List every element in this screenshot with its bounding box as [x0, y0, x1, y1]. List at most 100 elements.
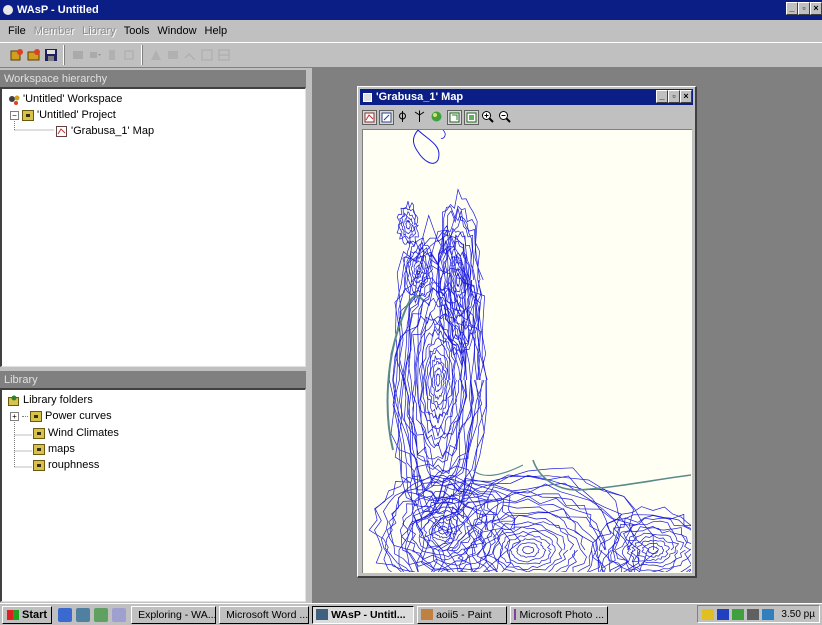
map-document-icon[interactable]: [363, 92, 372, 102]
library-tool-b-icon: [166, 48, 180, 62]
tree-item-maps[interactable]: maps: [33, 443, 75, 455]
taskbar: Start Exploring - WA... Microsoft Word .…: [0, 603, 822, 625]
tree-connector-lines: [14, 420, 32, 468]
maximize-button[interactable]: ▫: [798, 2, 810, 15]
map-layer-b-icon[interactable]: [464, 109, 479, 125]
tree-item-library-folders[interactable]: Library folders: [8, 394, 93, 406]
tray-network-icon[interactable]: [732, 608, 745, 620]
menu-help[interactable]: Help: [205, 25, 228, 37]
library-tool-a-icon: [149, 48, 163, 62]
main-toolbar: [0, 42, 822, 68]
folder-icon: [33, 427, 45, 439]
library-tool-d-icon: [200, 48, 214, 62]
system-tray: 3.50 pµ: [697, 605, 820, 623]
task-paint[interactable]: aoii5 - Paint: [417, 605, 508, 624]
tree-item-label: Wind Climates: [48, 427, 119, 439]
tray-volume-icon[interactable]: [747, 608, 760, 620]
workspace-hierarchy-title: Workspace hierarchy: [4, 72, 108, 85]
photo-editor-icon: [514, 609, 517, 620]
tree-item-roughness[interactable]: rouphness: [33, 459, 99, 471]
task-word[interactable]: Microsoft Word ...: [219, 605, 310, 624]
wasp-app-icon[interactable]: [3, 5, 13, 15]
folder-icon: [33, 443, 45, 455]
library-folders-icon: [8, 395, 20, 406]
tree-item-label: Power curves: [45, 410, 112, 422]
workspace-tree[interactable]: 'Untitled' Workspace − 'Untitled' Projec…: [0, 87, 306, 367]
menu-library: Library: [82, 25, 116, 37]
tree-item-label: maps: [48, 443, 75, 455]
library-tree[interactable]: Library folders + Power curves Wind Clim…: [0, 388, 306, 602]
tray-monitor-icon[interactable]: [762, 608, 775, 620]
map-icon: [56, 125, 68, 137]
map-site-tool-icon[interactable]: [430, 110, 445, 125]
workspace-hierarchy-header: Workspace hierarchy: [0, 70, 306, 87]
workspace-icon: [8, 94, 20, 105]
task-label: Microsoft Photo ...: [519, 608, 605, 621]
toolbar-group-file: [6, 45, 64, 65]
map-canvas[interactable]: [362, 129, 692, 573]
tree-connector-lines: [14, 119, 54, 131]
tree-item-label: 'Grabusa_1' Map: [71, 125, 155, 137]
task-wasp[interactable]: WAsP - Untitl...: [312, 605, 415, 624]
tree-item-wind-climates[interactable]: Wind Climates: [33, 427, 119, 439]
channels-icon[interactable]: [112, 607, 127, 622]
map-window-title: 'Grabusa_1' Map: [376, 91, 464, 103]
map-window-title-bar[interactable]: 'Grabusa_1' Map _ ▫ ×: [360, 89, 693, 105]
internet-explorer-icon[interactable]: [58, 607, 73, 622]
task-label: WAsP - Untitl...: [331, 608, 406, 621]
new-workspace-icon[interactable]: [10, 48, 24, 62]
tree-item-map[interactable]: 'Grabusa_1' Map: [56, 125, 154, 137]
task-exploring[interactable]: Exploring - WA...: [131, 605, 217, 624]
save-icon[interactable]: [44, 48, 58, 62]
contour-map: [368, 130, 692, 573]
paint-icon: [421, 609, 434, 620]
folder-icon: [33, 459, 45, 471]
tree-item-workspace[interactable]: 'Untitled' Workspace: [8, 93, 122, 105]
tree-item-label: Library folders: [23, 394, 93, 406]
task-photo[interactable]: Microsoft Photo ...: [510, 605, 609, 624]
toolbar-group-members: [64, 45, 142, 65]
tray-language-icon[interactable]: [717, 608, 730, 620]
app-title-bar[interactable]: WAsP - Untitled _ ▫ ×: [0, 0, 822, 20]
wasp-icon: [316, 609, 329, 620]
show-desktop-icon[interactable]: [94, 607, 109, 622]
map-minimize-button[interactable]: _: [656, 90, 668, 103]
menu-window[interactable]: Window: [157, 25, 196, 37]
tree-item-label: rouphness: [48, 459, 100, 471]
map-window-controls: _ ▫ ×: [656, 90, 692, 103]
close-button[interactable]: ×: [810, 2, 822, 15]
tray-keyboard-icon[interactable]: [702, 608, 715, 620]
tree-item-label: 'Untitled' Workspace: [23, 93, 123, 105]
map-point-tool-icon[interactable]: [396, 110, 411, 125]
menu-tools[interactable]: Tools: [124, 25, 150, 37]
clock: 3.50 pµ: [781, 608, 815, 620]
task-label: Exploring - WA...: [138, 608, 217, 621]
map-maximize-button[interactable]: ▫: [668, 90, 680, 103]
windows-logo-icon: [7, 609, 19, 620]
member-tool-b-icon: [122, 48, 136, 62]
menu-file[interactable]: File: [8, 25, 26, 37]
minimize-button[interactable]: _: [786, 2, 798, 15]
zoom-out-icon[interactable]: [498, 110, 513, 125]
map-close-button[interactable]: ×: [680, 90, 692, 103]
library-title: Library: [4, 373, 38, 386]
task-label: Microsoft Word ...: [226, 608, 309, 621]
toolbar-group-library: [142, 45, 237, 65]
map-layer-a-icon[interactable]: [447, 109, 462, 125]
map-window: 'Grabusa_1' Map _ ▫ ×: [357, 86, 697, 578]
zoom-in-icon[interactable]: [481, 110, 496, 125]
open-workspace-icon[interactable]: [27, 48, 41, 62]
library-tool-c-icon: [183, 48, 197, 62]
tree-connector-line: [22, 415, 28, 417]
start-button[interactable]: Start: [2, 605, 53, 624]
map-select-tool-icon[interactable]: [362, 109, 377, 125]
map-edit-tool-icon[interactable]: [379, 109, 394, 125]
insert-member-icon: [71, 48, 85, 62]
map-turbine-tool-icon[interactable]: [413, 110, 428, 125]
library-tool-e-icon: [217, 48, 231, 62]
member-tool-a-icon: [105, 48, 119, 62]
library-header: Library: [0, 371, 306, 388]
start-label: Start: [22, 608, 48, 621]
window-controls: _ ▫ ×: [786, 2, 822, 15]
outlook-express-icon[interactable]: [76, 607, 91, 622]
